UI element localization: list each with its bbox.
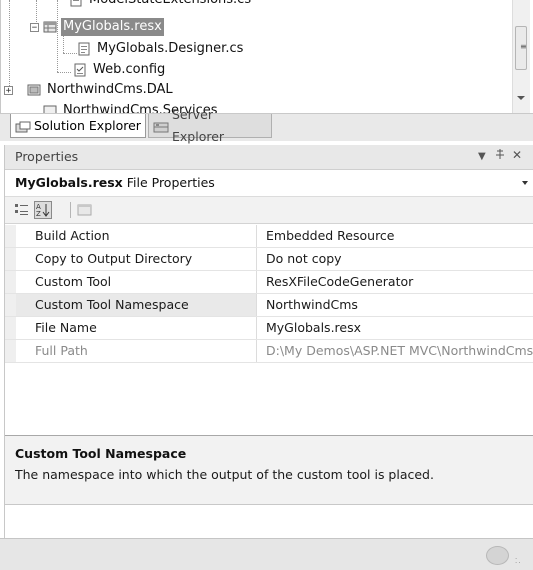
property-name: Custom Tool xyxy=(16,271,257,293)
object-kind: File Properties xyxy=(126,175,215,190)
properties-title: Properties xyxy=(15,149,79,164)
window-position-dropdown-icon[interactable]: ▼ xyxy=(478,151,486,162)
toolbar-separator xyxy=(70,202,71,218)
solution-explorer-tree: ModelStateExtensions.cs − MyGlobals.resx… xyxy=(0,0,533,113)
tree-scrollbar[interactable]: ≡ xyxy=(512,0,530,113)
tree-item-myglobals-resx[interactable]: − MyGlobals.resx xyxy=(30,18,164,36)
tab-server-explorer[interactable]: Server Explorer xyxy=(148,107,272,144)
tree-item[interactable]: ModelStateExtensions.cs xyxy=(69,0,253,9)
tree-item-label: NorthwindCms.DAL xyxy=(47,82,173,97)
svg-text:Z: Z xyxy=(36,210,41,218)
tab-label: Server Explorer xyxy=(172,106,225,144)
grip-icon: ≡ xyxy=(520,42,527,51)
property-value: D:\My Demos\ASP.NET MVC\NorthwindCms xyxy=(266,343,533,358)
expand-icon[interactable]: + xyxy=(4,85,13,95)
property-row-custom-tool[interactable]: Custom Tool ResXFileCodeGenerator xyxy=(5,271,533,294)
property-grid: Build Action Embedded Resource Copy to O… xyxy=(5,225,533,363)
cs-file-icon xyxy=(77,42,91,56)
tab-solution-explorer[interactable]: Solution Explorer xyxy=(10,114,146,138)
property-value[interactable]: Do not copy xyxy=(258,248,533,270)
chevron-down-icon[interactable] xyxy=(522,181,528,185)
scroll-down-icon[interactable] xyxy=(517,96,525,100)
property-value[interactable]: ResXFileCodeGenerator xyxy=(258,271,533,293)
object-name: MyGlobals.resx xyxy=(15,175,123,190)
property-value[interactable]: NorthwindCms xyxy=(258,294,533,316)
close-icon[interactable]: ✕ xyxy=(512,148,522,162)
object-selector-label: MyGlobals.resx File Properties xyxy=(15,175,215,190)
project-icon xyxy=(27,83,41,97)
description-title: Custom Tool Namespace xyxy=(15,446,187,461)
resize-grip-icon[interactable]: · ·· xyxy=(515,556,521,567)
property-description-pane: Custom Tool Namespace The namespace into… xyxy=(5,435,533,505)
categorized-button[interactable] xyxy=(13,201,31,219)
property-name: File Name xyxy=(16,317,257,339)
properties-window: Properties ▼ ✕ MyGlobals.resx File Proper… xyxy=(4,145,533,569)
tree-item-myglobals-designer[interactable]: MyGlobals.Designer.cs xyxy=(77,40,245,58)
pin-icon[interactable] xyxy=(495,148,505,163)
resx-file-icon xyxy=(43,20,57,34)
status-bar: · ·· xyxy=(0,538,533,570)
property-name: Custom Tool Namespace xyxy=(16,294,257,316)
categorized-icon xyxy=(15,204,28,215)
tree-item-northwindcms-dal[interactable]: + NorthwindCms.DAL xyxy=(4,81,175,99)
alphabetical-button[interactable]: AZ xyxy=(34,201,52,219)
property-name: Copy to Output Directory xyxy=(16,248,257,270)
property-pages-icon xyxy=(77,204,92,216)
property-row-full-path[interactable]: Full Path D:\My Demos\ASP.NET MVC\Northw… xyxy=(5,340,533,363)
scrollbar-thumb[interactable]: ≡ xyxy=(515,26,527,70)
property-name: Build Action xyxy=(16,225,257,247)
property-value[interactable]: Embedded Resource xyxy=(258,225,533,247)
tree-item-label: ModelStateExtensions.cs xyxy=(87,0,253,9)
tree-item-label: MyGlobals.Designer.cs xyxy=(97,41,244,56)
description-text: The namespace into which the output of t… xyxy=(15,467,434,482)
explorer-tabstrip: Solution Explorer Server Explorer xyxy=(0,107,533,144)
collapse-icon[interactable]: − xyxy=(30,22,39,32)
property-row-build-action[interactable]: Build Action Embedded Resource xyxy=(5,225,533,248)
tab-label: Solution Explorer xyxy=(34,117,141,133)
property-name: Full Path xyxy=(16,340,257,362)
cs-file-icon xyxy=(69,0,83,7)
properties-titlebar: Properties ▼ ✕ xyxy=(5,145,533,170)
property-pages-button[interactable] xyxy=(76,201,94,219)
property-value[interactable]: MyGlobals.resx xyxy=(258,317,533,339)
vs-window: ModelStateExtensions.cs − MyGlobals.resx… xyxy=(0,0,533,570)
tree-item-label: MyGlobals.resx xyxy=(61,18,164,36)
object-selector[interactable]: MyGlobals.resx File Properties xyxy=(5,170,533,197)
tree-item-label: Web.config xyxy=(93,62,166,77)
config-file-icon xyxy=(73,63,87,77)
status-indicator-icon xyxy=(486,546,509,565)
property-row-copy-to-output[interactable]: Copy to Output Directory Do not copy xyxy=(5,248,533,271)
properties-toolbar: AZ xyxy=(5,197,533,224)
property-row-custom-tool-namespace[interactable]: Custom Tool Namespace NorthwindCms xyxy=(5,294,533,317)
project-icon xyxy=(43,104,57,113)
alphabetical-sort-icon: AZ xyxy=(36,203,50,218)
tree-item-web-config[interactable]: Web.config xyxy=(73,61,167,79)
property-row-file-name[interactable]: File Name MyGlobals.resx xyxy=(5,317,533,340)
solution-explorer-icon xyxy=(15,119,31,133)
server-explorer-icon xyxy=(153,119,169,133)
